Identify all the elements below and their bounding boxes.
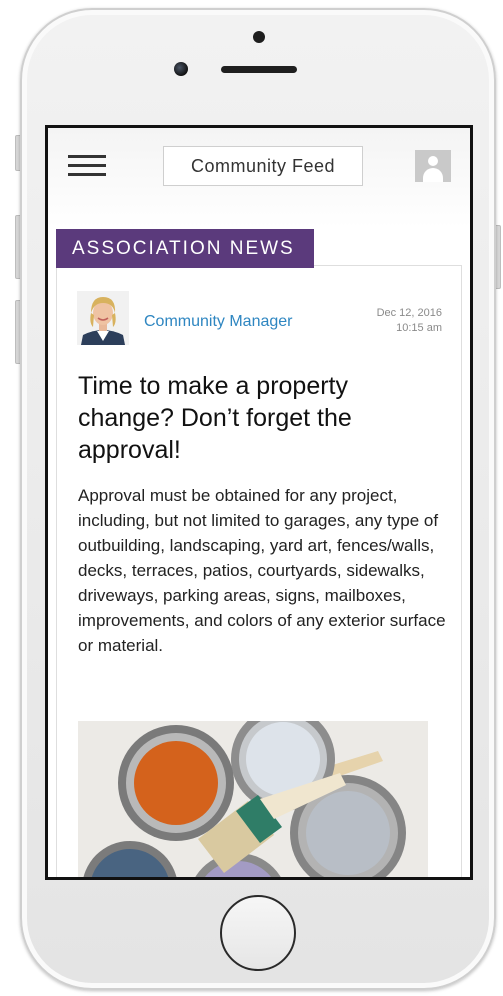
post-title: Time to make a property change? Don’t fo… <box>78 372 352 464</box>
menu-icon[interactable] <box>68 153 108 179</box>
post-image-paint-cans <box>78 721 428 877</box>
author-link[interactable]: Community Manager <box>144 313 293 331</box>
user-icon[interactable] <box>415 150 451 182</box>
section-label: ASSOCIATION NEWS <box>56 229 314 268</box>
phone-screen: Community Feed ASSOCIATION NEWS Communit… <box>45 125 473 880</box>
avatar <box>77 291 129 345</box>
post-time: 10:15 am <box>396 322 442 334</box>
home-button[interactable] <box>220 895 296 971</box>
page-title: Community Feed <box>163 146 363 186</box>
device-mockup: Community Feed ASSOCIATION NEWS Communit… <box>0 0 503 996</box>
post-date: Dec 12, 2016 <box>376 307 442 319</box>
front-camera <box>174 62 188 76</box>
app-header: Community Feed <box>48 128 470 228</box>
post-body: Approval must be obtained for any projec… <box>78 486 446 655</box>
earpiece-speaker <box>221 66 297 73</box>
post-timestamp: Dec 12, 2016 10:15 am <box>377 306 442 336</box>
proximity-sensor <box>253 31 265 43</box>
